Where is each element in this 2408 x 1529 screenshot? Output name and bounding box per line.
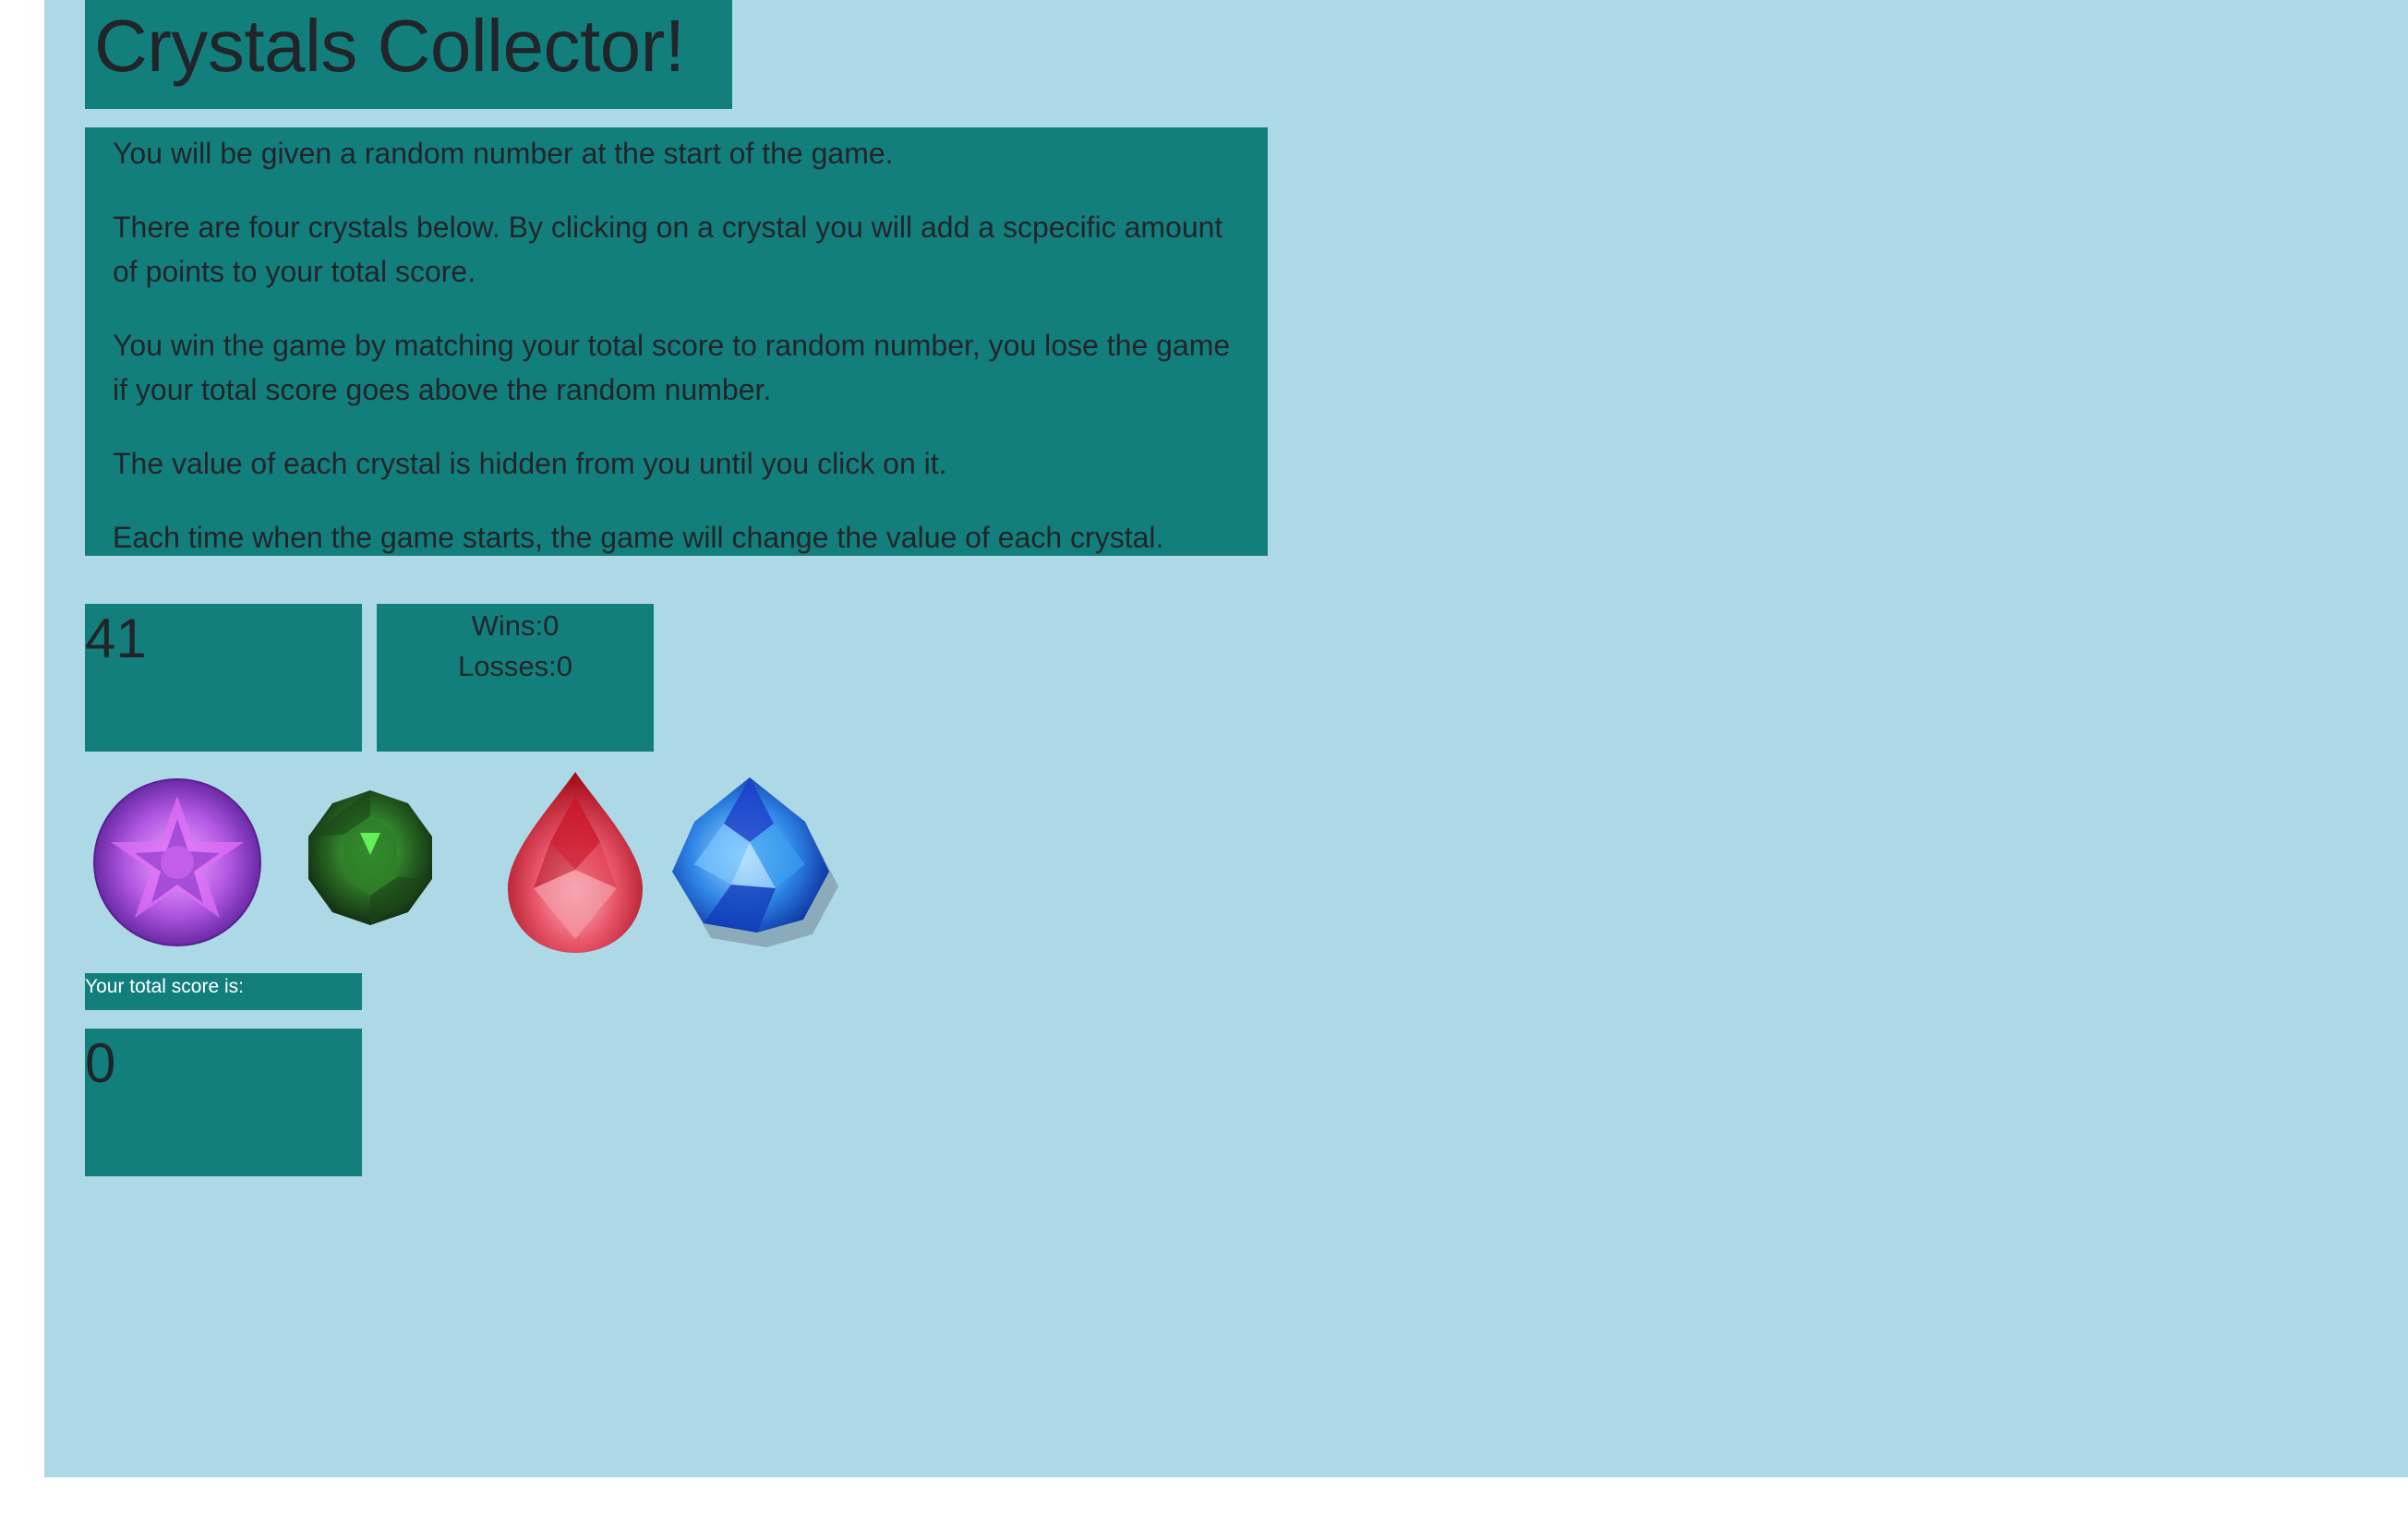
title-banner: Crystals Collector! <box>85 0 732 109</box>
crystal-button-purple[interactable] <box>92 777 262 947</box>
crystal-button-red[interactable] <box>497 768 654 957</box>
win-loss-panel: Wins:0 Losses:0 <box>377 604 654 752</box>
instruction-paragraph: The value of each crystal is hidden from… <box>113 447 947 480</box>
losses-counter: Losses:0 <box>457 650 573 682</box>
total-score-panel: 0 <box>85 1029 362 1176</box>
score-label-banner: Your total score is: <box>85 973 362 1010</box>
random-number: 41 <box>85 608 147 669</box>
crystal-button-green[interactable] <box>305 789 436 927</box>
random-number-panel: 41 <box>85 604 362 752</box>
instructions-panel: You will be given a random number at the… <box>85 127 1268 556</box>
blue-trillion-gem-icon <box>672 777 838 947</box>
score-label: Your total score is: <box>85 976 244 997</box>
wins-counter: Wins:0 <box>471 609 560 642</box>
total-score: 0 <box>85 1032 116 1094</box>
instruction-paragraph: You win the game by matching your total … <box>113 329 1231 406</box>
purple-round-gem-icon <box>93 778 261 946</box>
instruction-paragraph: There are four crystals below. By clicki… <box>113 211 1223 288</box>
game-container: Crystals Collector! You will be given a … <box>44 0 2408 1477</box>
page-title: Crystals Collector! <box>94 5 685 87</box>
red-pear-gem-icon <box>508 772 643 953</box>
instruction-paragraph: You will be given a random number at the… <box>113 137 894 170</box>
crystal-button-blue[interactable] <box>667 768 851 953</box>
green-round-gem-icon <box>308 790 432 925</box>
instruction-paragraph: Each time when the game starts, the game… <box>113 521 1164 554</box>
